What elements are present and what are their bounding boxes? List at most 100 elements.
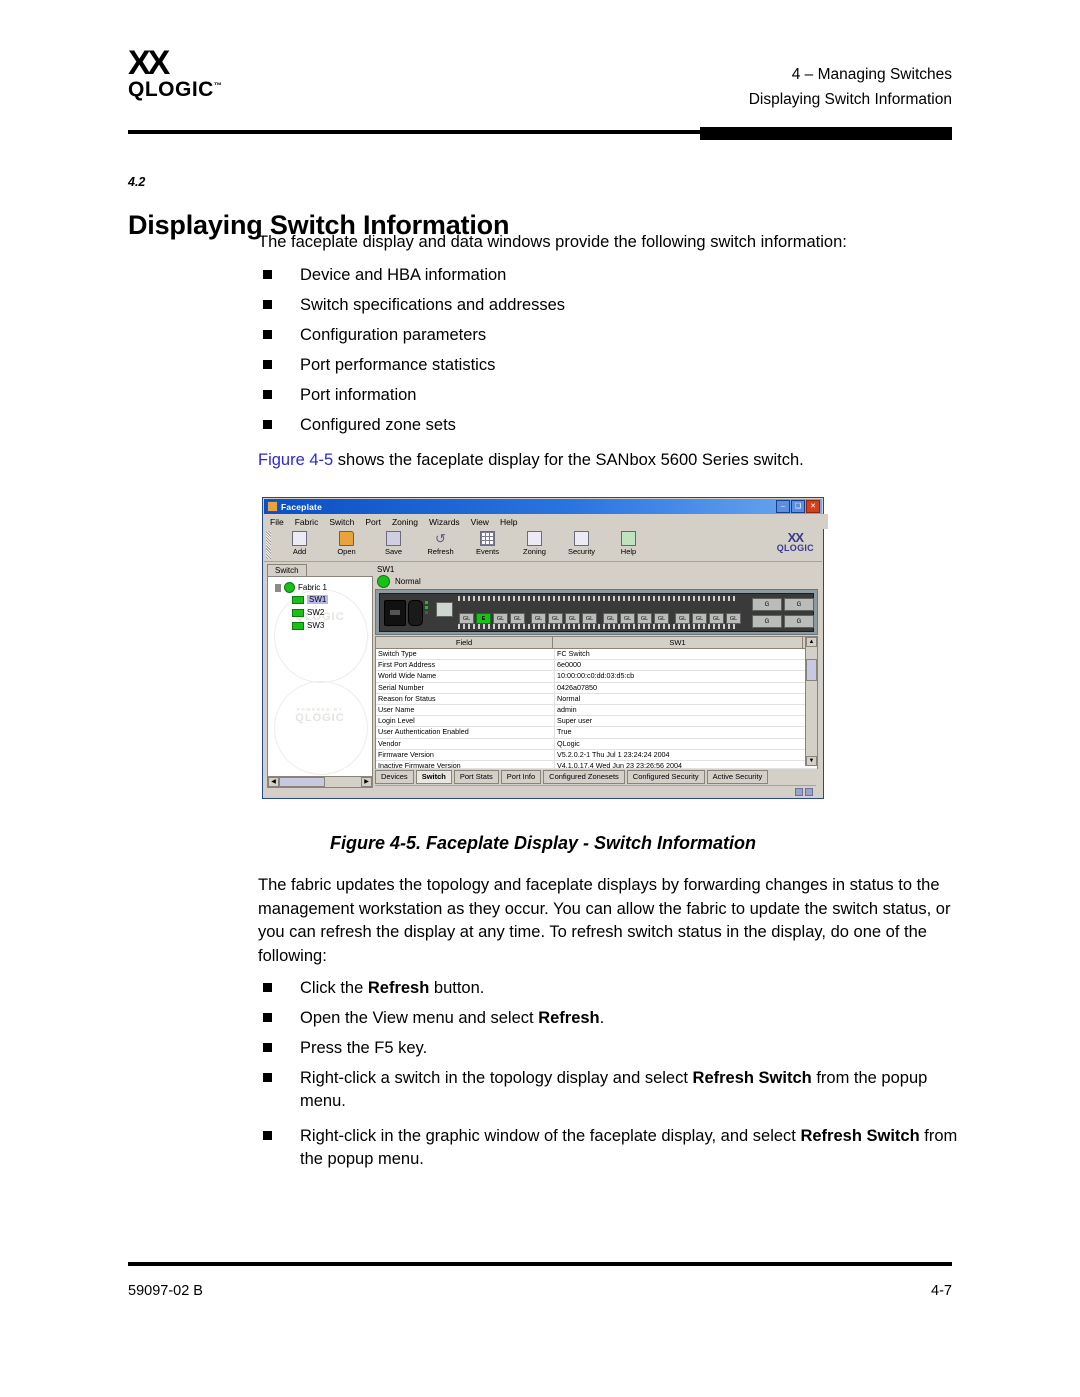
list-item-pre: Press the F5 key. <box>300 1039 428 1057</box>
tab-switch-tree[interactable]: Switch <box>267 564 307 576</box>
scrollbar-thumb[interactable] <box>806 659 817 681</box>
column-header-field: Field <box>376 637 553 648</box>
port-button[interactable]: GL <box>620 613 635 624</box>
tab-switch[interactable]: Switch <box>415 770 452 784</box>
menu-item-help[interactable]: Help <box>500 517 517 527</box>
port-button[interactable]: GL <box>726 613 741 624</box>
table-row[interactable]: Inactive Firmware Version V4.1.0.17.4 Wed… <box>376 760 817 769</box>
menu-item-wizards[interactable]: Wizards <box>429 517 460 527</box>
table-row[interactable]: User Authentication Enabled True <box>376 727 817 739</box>
tab-port-info[interactable]: Port Info <box>500 770 542 784</box>
toolbar-button-refresh[interactable]: ↺ Refresh <box>417 530 464 557</box>
table-row[interactable]: Switch Type FC Switch <box>376 649 817 661</box>
tree-node-sw2[interactable]: SW2 <box>292 608 324 617</box>
table-vertical-scrollbar[interactable]: ▲ ▼ <box>805 637 817 766</box>
serial-port-icon <box>408 600 423 626</box>
port-button[interactable]: E <box>476 613 491 624</box>
toolbar-button-security[interactable]: Security <box>558 530 605 556</box>
tab-configured-zonesets[interactable]: Configured Zonesets <box>543 770 625 784</box>
list-item: Open the View menu and select Refresh. <box>258 1007 958 1030</box>
table-row[interactable]: Serial Number 0426a07850 <box>376 682 817 694</box>
port-button[interactable]: GL <box>603 613 618 624</box>
table-row[interactable]: First Port Address 6e0000 <box>376 660 817 672</box>
table-row[interactable]: User Name admin <box>376 704 817 717</box>
port-button[interactable]: GL <box>709 613 724 624</box>
fabric-tree-panel[interactable]: QLOGIC POWERED BY QLOGIC Fabric 1 SW1 SW… <box>267 576 373 778</box>
close-button[interactable]: ✕ <box>806 500 820 513</box>
scroll-up-icon[interactable]: ▲ <box>806 637 817 647</box>
toolbar-label: Security <box>567 547 596 556</box>
toolbar-button-open[interactable]: Open <box>323 530 370 556</box>
menu-item-fabric[interactable]: Fabric <box>295 517 319 527</box>
figure-cross-reference-link[interactable]: Figure 4-5 <box>258 451 333 469</box>
table-row[interactable]: Firmware Version V5.2.0.2-1 Thu Jul 1 23:… <box>376 749 817 761</box>
tab-configured-security[interactable]: Configured Security <box>626 770 705 784</box>
help-icon <box>605 530 652 547</box>
toolbar-button-add[interactable]: Add <box>276 530 323 556</box>
window-title: Faceplate <box>281 501 323 512</box>
maximize-button[interactable]: ❑ <box>791 500 805 513</box>
gbic-slot[interactable]: G <box>752 598 782 611</box>
port-button[interactable]: GL <box>692 613 707 624</box>
gbic-slot[interactable]: G <box>752 615 782 628</box>
window-status-bar <box>375 785 816 797</box>
cell-value: True <box>557 727 572 737</box>
menu-item-file[interactable]: File <box>270 517 284 527</box>
menu-item-view[interactable]: View <box>471 517 489 527</box>
table-row[interactable]: Reason for Status Normal <box>376 693 817 705</box>
menu-item-port[interactable]: Port <box>365 517 381 527</box>
tree-node-sw3[interactable]: SW3 <box>292 621 324 630</box>
gbic-slot[interactable]: G <box>784 615 814 628</box>
port-button[interactable]: GL <box>510 613 525 624</box>
gbic-slot[interactable]: G <box>784 598 814 611</box>
toolbar-button-help[interactable]: Help <box>605 530 652 556</box>
list-item-bold: Refresh <box>367 979 430 997</box>
table-row[interactable]: Vendor QLogic <box>376 738 817 750</box>
window-controls: – ❑ ✕ <box>776 500 820 513</box>
port-button[interactable]: GL <box>675 613 690 624</box>
port-button[interactable]: GL <box>637 613 652 624</box>
list-item: Port performance statistics <box>258 354 958 377</box>
port-button[interactable]: GL <box>582 613 597 624</box>
tree-node-sw1[interactable]: SW1 <box>292 595 329 604</box>
bullet-square-icon <box>263 1131 272 1140</box>
tree-node-fabric[interactable]: Fabric 1 <box>275 582 327 593</box>
tab-port-stats[interactable]: Port Stats <box>453 770 499 784</box>
switch-chip-icon <box>292 621 304 630</box>
tab-active-security[interactable]: Active Security <box>706 770 769 784</box>
save-icon <box>370 530 417 547</box>
menu-item-zoning[interactable]: Zoning <box>392 517 418 527</box>
toolbar-buttons: Add Open Save ↺ Refresh Events Zoning Se… <box>276 530 652 556</box>
table-row[interactable]: World Wide Name 10:00:00:c0:dd:03:d5:cb <box>376 671 817 683</box>
cell-field: Switch Type <box>376 649 555 660</box>
toolbar-button-save[interactable]: Save <box>370 530 417 556</box>
scroll-left-icon[interactable]: ◀ <box>268 777 279 787</box>
list-item-label: Port information <box>300 385 417 404</box>
bullet-square-icon <box>263 1013 272 1022</box>
tab-devices[interactable]: Devices <box>375 770 414 784</box>
scrollbar-thumb[interactable] <box>279 777 325 787</box>
minimize-button[interactable]: – <box>776 500 790 513</box>
bullet-square-icon <box>263 269 272 279</box>
toolbar-button-zoning[interactable]: Zoning <box>511 530 558 556</box>
cell-field: Serial Number <box>376 682 555 693</box>
scroll-down-icon[interactable]: ▼ <box>806 756 817 766</box>
cell-field: First Port Address <box>376 660 555 671</box>
port-button[interactable]: GL <box>654 613 669 624</box>
table-row[interactable]: Login Level Super user <box>376 716 817 728</box>
port-button[interactable]: GL <box>459 613 474 624</box>
cell-field: User Authentication Enabled <box>376 727 555 738</box>
tree-horizontal-scrollbar[interactable]: ◀ ▶ <box>267 776 373 788</box>
toolbar-button-events[interactable]: Events <box>464 530 511 556</box>
port-button[interactable]: GL <box>531 613 546 624</box>
port-button[interactable]: GL <box>565 613 580 624</box>
toolbar-grip[interactable] <box>266 531 271 559</box>
port-button[interactable]: GL <box>548 613 563 624</box>
port-button[interactable]: GL <box>493 613 508 624</box>
switch-graphic-window[interactable]: GL E GL GL GL GL GL GL GL GL GL GL GL GL… <box>375 589 818 635</box>
cell-value: FC Switch <box>557 649 590 658</box>
switch-chassis: GL E GL GL GL GL GL GL GL GL GL GL GL GL… <box>379 593 814 632</box>
menu-item-switch[interactable]: Switch <box>329 517 354 527</box>
scroll-right-icon[interactable]: ▶ <box>361 777 372 787</box>
figure-reference-text: shows the faceplate display for the SANb… <box>333 450 804 469</box>
